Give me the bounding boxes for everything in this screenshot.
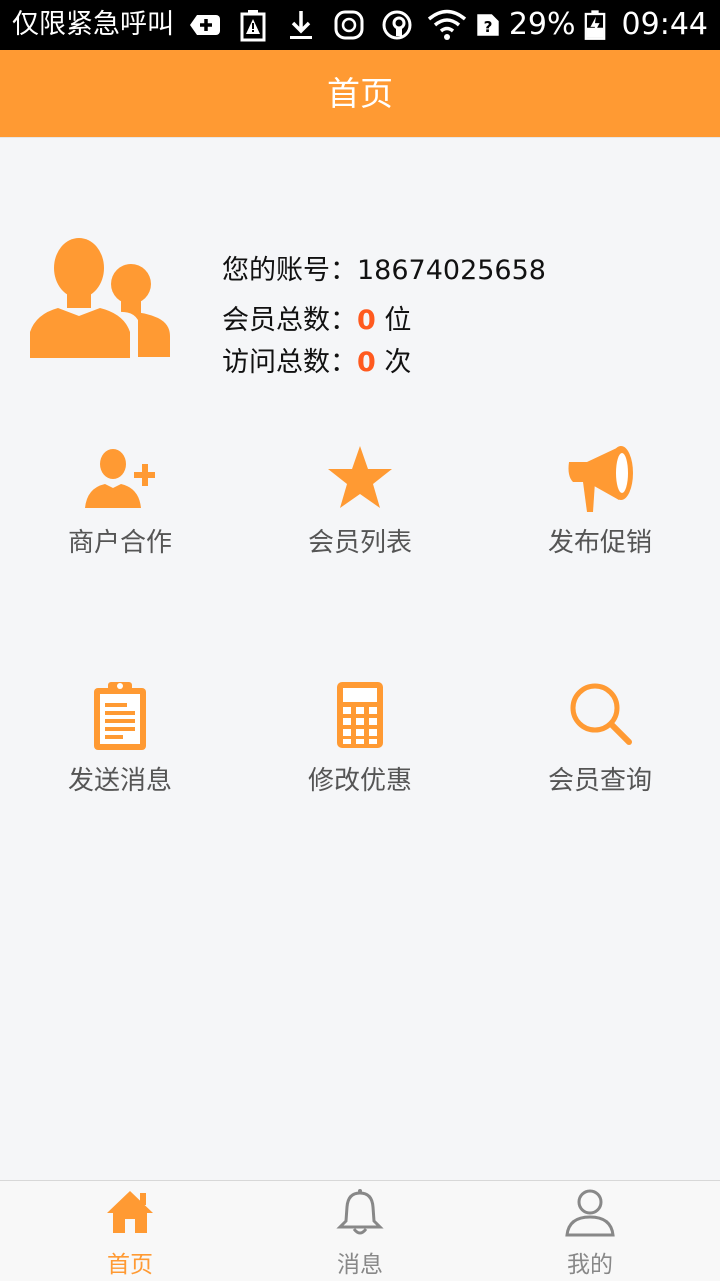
clock: 09:44 [621, 7, 708, 42]
grid-label: 发送消息 [67, 766, 172, 796]
calculator-icon [337, 682, 383, 748]
send-message-button[interactable]: 发送消息 [0, 676, 240, 816]
status-left: 仅限紧急呼叫 [12, 0, 414, 50]
grid-label: 会员查询 [547, 766, 652, 796]
page-title: 首页 [327, 74, 393, 113]
status-bar: 仅限紧急呼叫 ? 29% 09:44 [0, 0, 720, 50]
visits-label: 访问总数： [222, 347, 357, 378]
add-app-icon [190, 15, 220, 35]
grid-label: 商户合作 [67, 528, 172, 558]
tab-home[interactable]: 首页 [10, 1181, 250, 1281]
no-sim-icon: ? [477, 14, 499, 36]
members-unit: 位 [384, 305, 412, 336]
member-list-button[interactable]: 会员列表 [240, 438, 480, 578]
members-label: 会员总数： [222, 305, 357, 336]
search-icon [570, 683, 632, 745]
members-line: 会员总数：0 位 [222, 298, 411, 337]
tab-label: 消息 [337, 1252, 383, 1278]
battery-warning-icon [240, 10, 266, 42]
status-right: ? 29% 09:44 [427, 0, 708, 50]
tab-messages[interactable]: 消息 [240, 1181, 480, 1281]
account-value: 18674025658 [357, 255, 546, 286]
visits-line: 访问总数：0 次 [222, 340, 411, 379]
download-icon [290, 11, 312, 39]
clipboard-icon [94, 682, 146, 750]
grid-label: 会员列表 [307, 528, 412, 558]
member-query-button[interactable]: 会员查询 [480, 676, 720, 816]
visits-count: 0 [357, 347, 376, 378]
home-icon [107, 1191, 153, 1233]
megaphone-icon [568, 446, 633, 512]
bell-icon [336, 1189, 384, 1235]
members-count: 0 [357, 305, 376, 336]
account-label: 您的账号： [222, 255, 357, 286]
battery-percent: 29% [508, 7, 576, 42]
tab-label: 我的 [567, 1252, 613, 1278]
alarm-icon [382, 10, 412, 40]
bottom-tab-bar: 首页 消息 我的 [0, 1180, 720, 1281]
svg-text:?: ? [483, 18, 492, 36]
grid-label: 发布促销 [547, 528, 652, 558]
members-avatar-icon [30, 238, 170, 360]
wifi-icon [427, 9, 466, 40]
battery-charging-icon [584, 10, 605, 40]
publish-promotion-button[interactable]: 发布促销 [480, 438, 720, 578]
modify-discount-button[interactable]: 修改优惠 [240, 676, 480, 816]
account-line: 您的账号：18674025658 [222, 248, 546, 287]
tab-mine[interactable]: 我的 [470, 1181, 710, 1281]
star-icon [328, 446, 392, 508]
carrier-text: 仅限紧急呼叫 [12, 9, 174, 40]
add-user-icon [85, 449, 155, 508]
grid-label: 修改优惠 [307, 766, 412, 796]
merchant-cooperation-button[interactable]: 商户合作 [0, 438, 240, 578]
visits-unit: 次 [384, 347, 412, 378]
app-notification-icon [334, 10, 364, 40]
tab-label: 首页 [107, 1252, 153, 1278]
app-header: 首页 [0, 50, 720, 138]
user-icon [565, 1189, 615, 1237]
